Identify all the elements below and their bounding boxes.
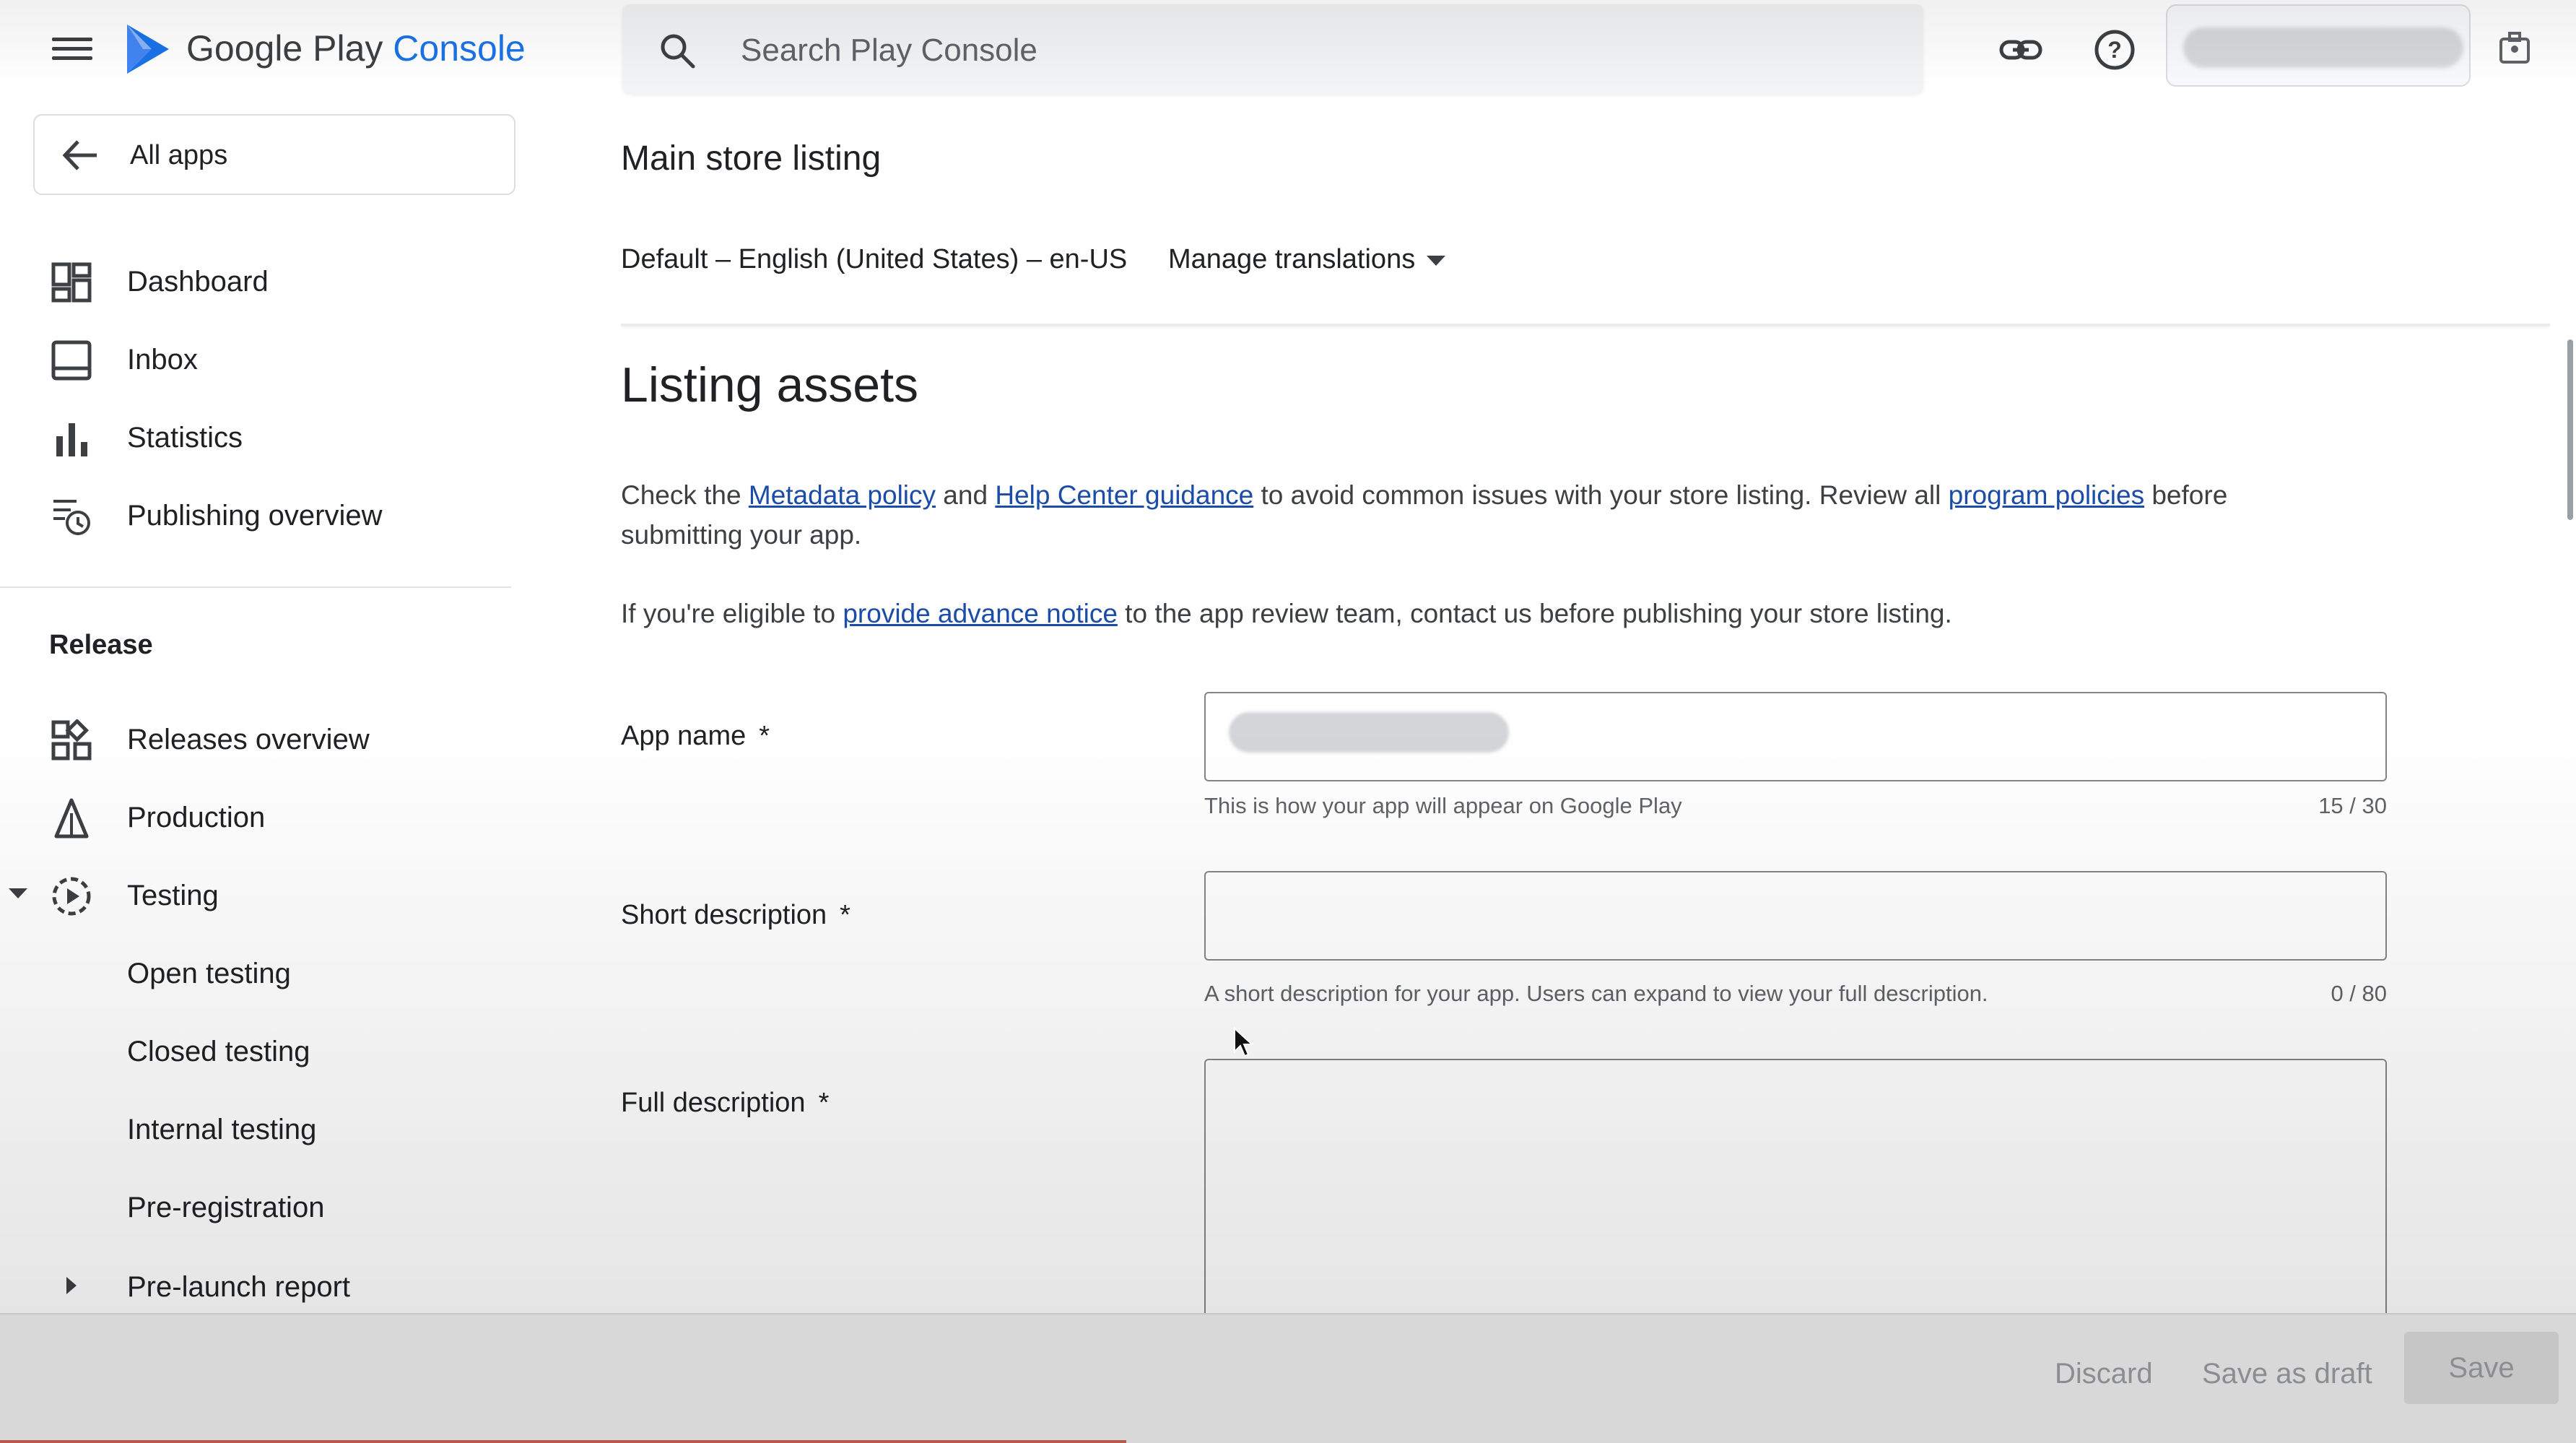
text-span: to the app review team, contact us befor…	[1117, 599, 1952, 628]
sidebar-item-label: Closed testing	[127, 1036, 310, 1067]
footer-accent-line	[0, 1440, 1126, 1443]
sidebar-item-open-testing[interactable]: Open testing	[0, 939, 513, 1008]
metadata-policy-link[interactable]: Metadata policy	[749, 480, 936, 510]
brand-title: Google Play Console	[186, 27, 526, 69]
sidebar-item-label: Internal testing	[127, 1114, 317, 1145]
sidebar-item-label: Publishing overview	[127, 500, 383, 532]
text-span: If you're eligible to	[621, 599, 843, 628]
sidebar-item-label: Dashboard	[127, 266, 269, 298]
sidebar-item-label: Open testing	[127, 958, 291, 989]
account-switcher[interactable]	[2166, 4, 2471, 87]
hamburger-menu-icon[interactable]	[52, 32, 92, 66]
sidebar-item-statistics[interactable]: Statistics	[0, 403, 513, 472]
svg-text:?: ?	[2107, 37, 2122, 63]
header-divider	[621, 324, 2550, 326]
bar-chart-icon	[56, 423, 87, 456]
short-description-helper: A short description for your app. Users …	[1204, 981, 1988, 1006]
short-description-field[interactable]	[1204, 871, 2387, 961]
manage-translations-dropdown[interactable]: Manage translations	[1168, 244, 1446, 275]
all-apps-label: All apps	[130, 140, 228, 170]
sidebar-item-label: Testing	[127, 880, 219, 911]
brand-main: Google Play	[186, 28, 383, 69]
app-name-label: App name *	[621, 721, 770, 752]
short-description-counter: 0 / 80	[2331, 981, 2387, 1006]
sidebar-item-inbox[interactable]: Inbox	[0, 325, 513, 394]
sidebar-item-pre-launch-report[interactable]: Pre-launch report	[0, 1252, 513, 1322]
main-scrollbar[interactable]	[2567, 339, 2573, 520]
play-console-logo	[127, 25, 169, 74]
sidebar-item-label: Statistics	[127, 422, 243, 454]
testing-icon	[52, 877, 91, 916]
program-policies-link[interactable]: program policies	[1949, 480, 2144, 510]
sidebar-item-closed-testing[interactable]: Closed testing	[0, 1017, 513, 1086]
full-description-field[interactable]	[1204, 1059, 2387, 1319]
required-marker: *	[840, 900, 850, 930]
sidebar-divider	[0, 586, 511, 588]
arrow-back-icon	[62, 140, 97, 170]
advance-notice-paragraph: If you're eligible to provide advance no…	[621, 594, 2354, 633]
sidebar-item-dashboard[interactable]: Dashboard	[0, 247, 513, 316]
discard-button[interactable]: Discard	[2055, 1358, 2153, 1390]
sidebar-item-testing[interactable]: Testing	[0, 861, 513, 930]
sidebar-item-releases-overview[interactable]: Releases overview	[0, 705, 513, 774]
required-marker: *	[759, 721, 770, 751]
section-title: Listing assets	[621, 358, 918, 412]
field-label-text: Full description	[621, 1088, 806, 1118]
sidebar-item-production[interactable]: Production	[0, 783, 513, 852]
sidebar-item-label: Production	[127, 802, 266, 833]
app-name-counter: 15 / 30	[2318, 793, 2387, 818]
production-icon	[54, 798, 89, 838]
search-icon	[661, 34, 695, 69]
required-marker: *	[818, 1088, 830, 1118]
sidebar-item-publishing-overview[interactable]: Publishing overview	[0, 481, 513, 550]
dashboard-icon	[51, 262, 92, 303]
help-icon[interactable]: ?	[2092, 27, 2137, 72]
save-as-draft-button[interactable]: Save as draft	[2202, 1358, 2372, 1390]
link-icon[interactable]	[1998, 27, 2043, 72]
policy-paragraph: Check the Metadata policy and Help Cente…	[621, 475, 2354, 555]
sidebar-item-label: Releases overview	[127, 724, 370, 755]
inbox-icon	[51, 340, 92, 381]
app-name-redacted	[1229, 712, 1509, 753]
field-label-text: App name	[621, 721, 747, 751]
releases-overview-icon	[51, 719, 92, 760]
short-description-label: Short description *	[621, 900, 850, 931]
portrait-icon[interactable]	[2495, 29, 2534, 68]
text-span: Check the	[621, 480, 749, 510]
app-name-field[interactable]	[1204, 692, 2387, 781]
app-name-helper: This is how your app will appear on Goog…	[1204, 793, 1682, 818]
publishing-history-icon	[53, 500, 90, 535]
page-title: Main store listing	[621, 139, 882, 178]
full-description-label: Full description *	[621, 1088, 829, 1119]
default-locale-label: Default – English (United States) – en-U…	[621, 244, 1128, 274]
sidebar-item-label: Inbox	[127, 344, 198, 376]
sidebar-item-label: Pre-launch report	[127, 1271, 351, 1303]
text-span: to avoid common issues with your store l…	[1253, 480, 1949, 510]
sidebar-item-label: Pre-registration	[127, 1192, 325, 1223]
field-label-text: Short description	[621, 900, 827, 930]
help-center-guidance-link[interactable]: Help Center guidance	[995, 480, 1253, 510]
release-section-label: Release	[49, 630, 153, 660]
brand-accent: Console	[393, 28, 526, 69]
search-input[interactable]	[741, 30, 1824, 71]
text-span: and	[936, 480, 996, 510]
account-name-redacted	[2183, 27, 2463, 68]
sidebar-item-internal-testing[interactable]: Internal testing	[0, 1095, 513, 1164]
caret-down-icon	[1427, 255, 1446, 266]
save-button[interactable]: Save	[2404, 1332, 2559, 1404]
search-bar[interactable]	[622, 4, 1923, 94]
action-footer: Discard Save as draft Save	[0, 1313, 2576, 1443]
all-apps-button[interactable]: All apps	[33, 114, 515, 195]
mouse-cursor-icon	[1234, 1027, 1254, 1057]
manage-translations-label: Manage translations	[1168, 244, 1416, 274]
sidebar-item-pre-registration[interactable]: Pre-registration	[0, 1173, 513, 1242]
provide-advance-notice-link[interactable]: provide advance notice	[843, 599, 1118, 628]
